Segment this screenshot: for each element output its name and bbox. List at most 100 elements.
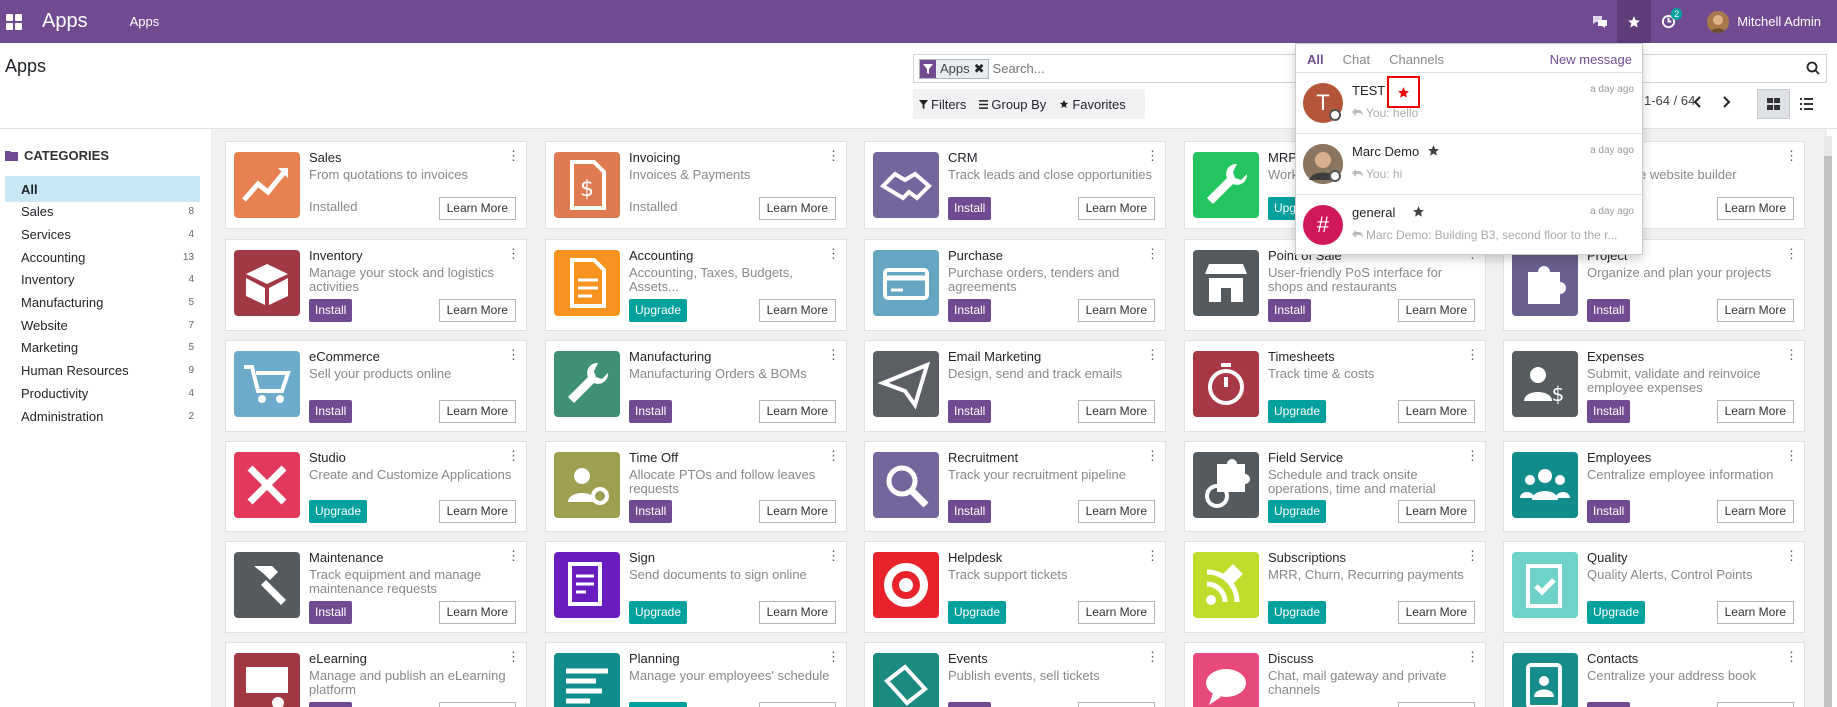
- messaging-button[interactable]: [1583, 0, 1617, 43]
- app-card-ecommerce[interactable]: eCommerce Sell your products online ⋮ Insta…: [225, 340, 527, 432]
- learn-more-button[interactable]: Learn More: [1077, 500, 1155, 523]
- app-card-sign[interactable]: Sign Send documents to sign online ⋮ Upgrad…: [545, 541, 847, 633]
- tab-chat[interactable]: Chat: [1343, 52, 1370, 67]
- activity-button[interactable]: 2: [1651, 0, 1685, 43]
- card-menu-icon[interactable]: ⋮: [507, 649, 520, 665]
- card-menu-icon[interactable]: ⋮: [1146, 246, 1159, 262]
- card-menu-icon[interactable]: ⋮: [1785, 347, 1798, 363]
- app-card-events[interactable]: Events Publish events, sell tickets ⋮ Insta…: [864, 642, 1166, 707]
- upgrade-button[interactable]: Upgrade: [948, 601, 1007, 624]
- groupby-button[interactable]: Group By: [979, 97, 1046, 112]
- card-menu-icon[interactable]: ⋮: [1146, 148, 1159, 164]
- star-button[interactable]: [1427, 144, 1440, 160]
- card-menu-icon[interactable]: ⋮: [1466, 649, 1479, 665]
- learn-more-button[interactable]: Learn More: [1077, 702, 1155, 707]
- learn-more-button[interactable]: Learn More: [758, 500, 836, 523]
- learn-more-button[interactable]: Learn More: [1397, 400, 1475, 423]
- app-card-discuss[interactable]: Discuss Chat, mail gateway and private ch…: [1184, 642, 1486, 707]
- card-menu-icon[interactable]: ⋮: [827, 347, 840, 363]
- learn-more-button[interactable]: Learn More: [1077, 299, 1155, 322]
- card-menu-icon[interactable]: ⋮: [1146, 649, 1159, 665]
- upgrade-button[interactable]: Upgrade: [629, 299, 688, 322]
- install-button[interactable]: Install: [629, 500, 673, 523]
- learn-more-button[interactable]: Learn More: [758, 400, 836, 423]
- app-card-purchase[interactable]: Purchase Purchase orders, tenders and agr…: [864, 239, 1166, 331]
- install-button[interactable]: Install: [948, 299, 992, 322]
- thread-general[interactable]: # general a day ago Marc Demo: Building B3,…: [1296, 194, 1642, 255]
- install-button[interactable]: Install: [948, 702, 992, 707]
- upgrade-button[interactable]: Upgrade: [1268, 500, 1327, 523]
- apps-menu-icon[interactable]: [6, 13, 22, 30]
- favorites-button[interactable]: Favorites: [1059, 97, 1126, 112]
- card-menu-icon[interactable]: ⋮: [1146, 548, 1159, 564]
- upgrade-button[interactable]: Upgrade: [1268, 400, 1327, 423]
- list-view-button[interactable]: [1790, 89, 1823, 119]
- learn-more-button[interactable]: Learn More: [1077, 601, 1155, 624]
- scrollbar-thumb[interactable]: [1824, 156, 1832, 707]
- star-button[interactable]: [1412, 205, 1425, 221]
- facet-remove-icon[interactable]: ✖: [973, 59, 988, 78]
- thread-test[interactable]: T TEST a day ago You: hello: [1296, 72, 1642, 133]
- filters-button[interactable]: Filters: [919, 97, 966, 112]
- learn-more-button[interactable]: Learn More: [1716, 500, 1794, 523]
- card-menu-icon[interactable]: ⋮: [1466, 448, 1479, 464]
- card-menu-icon[interactable]: ⋮: [507, 347, 520, 363]
- tab-all[interactable]: All: [1307, 52, 1324, 67]
- learn-more-button[interactable]: Learn More: [1716, 400, 1794, 423]
- learn-more-button[interactable]: Learn More: [1397, 299, 1475, 322]
- card-menu-icon[interactable]: ⋮: [827, 246, 840, 262]
- install-button[interactable]: Install: [309, 400, 353, 423]
- upgrade-button[interactable]: Upgrade: [1268, 601, 1327, 624]
- card-menu-icon[interactable]: ⋮: [1785, 448, 1798, 464]
- learn-more-button[interactable]: Learn More: [1077, 400, 1155, 423]
- learn-more-button[interactable]: Learn More: [1716, 197, 1794, 220]
- starred-button[interactable]: [1617, 0, 1652, 43]
- app-card-elearning[interactable]: eLearning Manage and publish an eLearning…: [225, 642, 527, 707]
- learn-more-button[interactable]: Learn More: [438, 702, 516, 707]
- learn-more-button[interactable]: Learn More: [758, 197, 836, 220]
- card-menu-icon[interactable]: ⋮: [1785, 548, 1798, 564]
- learn-more-button[interactable]: Learn More: [758, 702, 836, 707]
- upgrade-button[interactable]: Upgrade: [629, 702, 688, 707]
- card-menu-icon[interactable]: ⋮: [507, 148, 520, 164]
- app-card-employees[interactable]: Employees Centralize employee information…: [1503, 441, 1805, 532]
- card-menu-icon[interactable]: ⋮: [1466, 347, 1479, 363]
- card-menu-icon[interactable]: ⋮: [1146, 347, 1159, 363]
- nav-menu-apps[interactable]: Apps: [130, 14, 160, 29]
- app-card-sales[interactable]: Sales From quotations to invoices ⋮ Install…: [225, 141, 527, 229]
- install-button[interactable]: Install: [629, 400, 673, 423]
- learn-more-button[interactable]: Learn More: [1716, 702, 1794, 707]
- card-menu-icon[interactable]: ⋮: [507, 548, 520, 564]
- app-card-invoicing[interactable]: $ Invoicing Invoices & Payments ⋮ Installed L…: [545, 141, 847, 229]
- install-button[interactable]: Install: [948, 500, 992, 523]
- kanban-view-button[interactable]: [1757, 89, 1790, 119]
- app-card-subscriptions[interactable]: Subscriptions MRR, Churn, Recurring payme…: [1184, 541, 1486, 633]
- card-menu-icon[interactable]: ⋮: [827, 148, 840, 164]
- install-button[interactable]: Install: [1268, 299, 1312, 322]
- search-icon[interactable]: [1806, 61, 1820, 75]
- install-button[interactable]: Install: [309, 601, 353, 624]
- learn-more-button[interactable]: Learn More: [438, 197, 516, 220]
- app-card-helpdesk[interactable]: Helpdesk Track support tickets ⋮ Upgrade Lea…: [864, 541, 1166, 633]
- card-menu-icon[interactable]: ⋮: [507, 448, 520, 464]
- upgrade-button[interactable]: Upgrade: [1587, 601, 1646, 624]
- card-menu-icon[interactable]: ⋮: [1466, 548, 1479, 564]
- upgrade-button[interactable]: Upgrade: [309, 500, 368, 523]
- install-button[interactable]: Install: [948, 400, 992, 423]
- user-name[interactable]: Mitchell Admin: [1737, 14, 1821, 29]
- app-card-maintenance[interactable]: Maintenance Track equipment and manage ma…: [225, 541, 527, 633]
- card-menu-icon[interactable]: ⋮: [827, 649, 840, 665]
- card-menu-icon[interactable]: ⋮: [1146, 448, 1159, 464]
- install-button[interactable]: Install: [1587, 299, 1631, 322]
- card-menu-icon[interactable]: ⋮: [827, 548, 840, 564]
- install-button[interactable]: Install: [1587, 400, 1631, 423]
- card-menu-icon[interactable]: ⋮: [827, 448, 840, 464]
- learn-more-button[interactable]: Learn More: [438, 500, 516, 523]
- card-menu-icon[interactable]: ⋮: [1785, 649, 1798, 665]
- app-card-inventory[interactable]: Inventory Manage your stock and logistics…: [225, 239, 527, 331]
- learn-more-button[interactable]: Learn More: [1077, 197, 1155, 220]
- install-button[interactable]: Install: [309, 299, 353, 322]
- app-card-field-service[interactable]: Field Service Schedule and track onsite o…: [1184, 441, 1486, 532]
- learn-more-button[interactable]: Learn More: [1397, 702, 1475, 707]
- learn-more-button[interactable]: Learn More: [438, 400, 516, 423]
